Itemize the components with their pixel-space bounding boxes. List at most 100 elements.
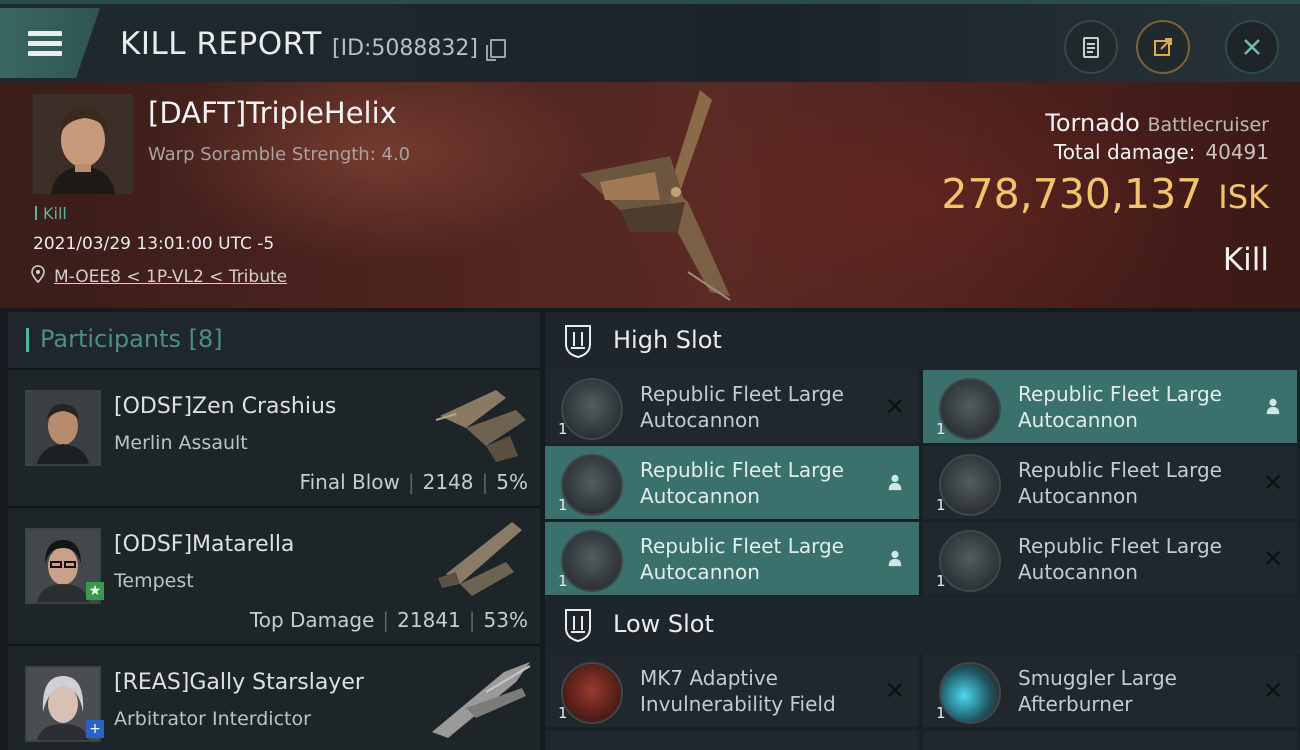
participants-accent — [26, 328, 29, 352]
module-name: Republic Fleet Large Autocannon — [640, 534, 844, 584]
destroyed-x-icon — [1263, 548, 1283, 568]
low-slot-icon — [565, 609, 591, 642]
participant-percent: 53% — [483, 608, 528, 632]
kill-tag: Kill — [35, 204, 67, 223]
menu-button[interactable] — [0, 8, 100, 78]
module-slot[interactable]: 1 MK7 Adaptive Invulnerability Field — [545, 654, 919, 727]
total-damage: Total damage: 40491 — [1054, 140, 1269, 164]
isk-value: 278,730,137 ISK — [941, 170, 1269, 218]
victim-ship[interactable]: Tornado Battlecruiser — [1045, 109, 1269, 137]
module-name: Republic Fleet Large Autocannon — [1018, 458, 1222, 508]
copy-icon[interactable] — [486, 39, 506, 61]
plus-badge-icon: + — [86, 720, 104, 738]
module-slot[interactable]: 1 Republic Fleet Large Autocannon — [545, 446, 919, 519]
high-slot-header: High Slot — [545, 312, 1300, 370]
autocannon-icon — [939, 530, 1001, 592]
module-slot[interactable]: 1 Republic Fleet Large Autocannon — [923, 522, 1297, 595]
close-button[interactable] — [1225, 20, 1279, 74]
module-qty: 1 — [936, 704, 946, 722]
destroyed-x-icon — [1263, 680, 1283, 700]
participant-card[interactable]: [ODSF]Zen Crashius Merlin Assault Final … — [8, 368, 540, 506]
module-slot[interactable]: 1 Republic Fleet Large Autocannon — [923, 446, 1297, 519]
participants-count: [8] — [188, 325, 223, 353]
module-slot[interactable]: 1 Republic Fleet Large Autocannon — [545, 522, 919, 595]
participant-name[interactable]: [ODSF]Zen Crashius — [114, 394, 336, 419]
total-damage-value: 40491 — [1205, 140, 1269, 164]
participant-avatar[interactable] — [25, 390, 101, 466]
module-qty: 1 — [936, 420, 946, 438]
participant-damage: 2148 — [422, 470, 474, 494]
participant-name[interactable]: [REAS]Gally Starslayer — [114, 670, 364, 695]
total-damage-label: Total damage: — [1053, 140, 1196, 164]
low-slot-header: Low Slot — [545, 596, 1300, 654]
fittings-panel: High Slot 1 Republic Fleet Large Autocan… — [545, 312, 1300, 750]
module-name: Republic Fleet Large Autocannon — [1018, 382, 1222, 432]
destroyed-x-icon — [885, 396, 905, 416]
participant-ship: Arbitrator Interdictor — [114, 708, 311, 730]
participants-panel: Participants [8] [ODSF]Zen Crashius Merl… — [8, 312, 540, 750]
participant-ship: Merlin Assault — [114, 432, 248, 454]
kill-tag-label: Kill — [43, 204, 67, 223]
dropped-person-icon — [885, 472, 905, 492]
star-badge-icon: ★ — [86, 582, 104, 600]
autocannon-icon — [939, 454, 1001, 516]
module-qty: 1 — [936, 496, 946, 514]
victim-banner: [DAFT]TripleHelix Warp Soramble Strength… — [0, 82, 1300, 308]
participant-card[interactable]: + [REAS]Gally Starslayer Arbitrator Inte… — [8, 644, 540, 750]
result-label: Kill — [1222, 242, 1269, 278]
module-slot[interactable]: 1 Republic Fleet Large Autocannon — [923, 370, 1297, 443]
participant-role: Top Damage — [249, 608, 375, 632]
participant-role: Final Blow — [299, 470, 400, 494]
menu-icon-bar — [28, 51, 62, 56]
module-name: Republic Fleet Large Autocannon — [640, 458, 844, 508]
module-slot-partial[interactable] — [923, 731, 1297, 750]
header-bar: KILL REPORT [ID:5088832] — [0, 0, 1300, 86]
victim-ship-image — [580, 90, 731, 301]
location-pin-icon — [31, 265, 45, 283]
location-link[interactable]: M-OEE8 < 1P-VL2 < Tribute — [54, 267, 287, 287]
victim-avatar[interactable] — [33, 94, 133, 194]
afterburner-icon — [939, 662, 1001, 724]
module-name: MK7 Adaptive Invulnerability Field — [640, 666, 836, 716]
module-name: Republic Fleet Large Autocannon — [1018, 534, 1222, 584]
autocannon-icon — [561, 454, 623, 516]
participant-stats: Top Damage | 21841 | 53% — [249, 608, 528, 632]
participant-ship-image — [438, 522, 522, 596]
high-slot-label: High Slot — [613, 326, 722, 354]
clipboard-button[interactable] — [1064, 20, 1118, 74]
isk-unit: ISK — [1218, 178, 1269, 216]
module-slot[interactable]: 1 Republic Fleet Large Autocannon — [545, 370, 919, 443]
participant-damage: 21841 — [397, 608, 461, 632]
share-icon — [1154, 38, 1172, 56]
dropped-person-icon — [1263, 396, 1283, 416]
module-slot[interactable]: 1 Smuggler Large Afterburner — [923, 654, 1297, 727]
menu-icon-bar — [28, 41, 62, 46]
menu-icon — [28, 31, 62, 36]
participants-label: Participants — [40, 325, 181, 353]
victim-name[interactable]: [DAFT]TripleHelix — [148, 96, 397, 130]
kill-datetime: 2021/03/29 13:01:00 UTC -5 — [33, 234, 275, 254]
module-slot-partial[interactable] — [545, 731, 919, 750]
autocannon-icon — [561, 378, 623, 440]
clipboard-icon — [1083, 37, 1099, 58]
participants-title: Participants [8] — [40, 325, 223, 353]
scram-strength: Warp Soramble Strength: 4.0 — [148, 144, 411, 165]
participant-ship: Tempest — [114, 570, 194, 592]
module-qty: 1 — [558, 704, 568, 722]
participant-name[interactable]: [ODSF]Matarella — [114, 532, 294, 557]
page-title: KILL REPORT — [120, 26, 322, 62]
shield-hardener-icon — [561, 662, 623, 724]
participant-card[interactable]: ★ [ODSF]Matarella Tempest Top Damage | 218… — [8, 506, 540, 644]
module-qty: 1 — [936, 572, 946, 590]
participant-percent: 5% — [496, 470, 528, 494]
ship-name: Tornado — [1045, 109, 1140, 137]
participant-stats: Final Blow | 2148 | 5% — [299, 470, 528, 494]
share-button[interactable] — [1136, 20, 1190, 74]
module-qty: 1 — [558, 572, 568, 590]
ship-class: Battlecruiser — [1147, 114, 1269, 136]
module-qty: 1 — [558, 496, 568, 514]
module-name: Smuggler Large Afterburner — [1018, 666, 1177, 716]
dropped-person-icon — [885, 548, 905, 568]
kill-report-window: KILL REPORT [ID:5088832] [DAFT]TripleHel… — [0, 0, 1300, 750]
participants-header: Participants [8] — [8, 312, 540, 368]
